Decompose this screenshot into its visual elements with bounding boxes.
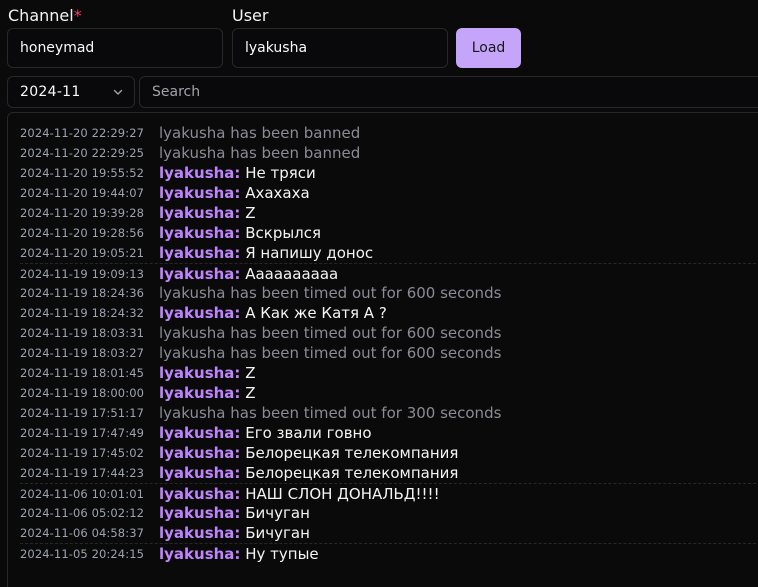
message-username[interactable]: lyakusha: [159,484,240,504]
system-message-text: lyakusha has been timed out for 600 seco… [159,344,502,362]
system-message-row: 2024-11-19 18:24:36 lyakusha has been tim… [20,283,758,303]
message-timestamp: 2024-11-19 17:44:23 [20,466,145,480]
load-button[interactable]: Load [456,28,521,68]
user-label: User [232,6,269,25]
system-message-row: 2024-11-19 17:51:17 lyakusha has been tim… [20,403,758,423]
message-log[interactable]: 2024-11-20 22:29:27 lyakusha has been ban… [7,112,758,587]
message-timestamp: 2024-11-05 20:24:15 [20,546,145,561]
chat-message-row: 2024-11-19 18:01:45 lyakusha: Z [20,363,758,383]
chat-message-row: 2024-11-19 17:44:23 lyakusha: Белорецкая … [20,463,758,483]
system-message-text: lyakusha has been timed out for 600 seco… [159,324,502,342]
chat-message-row: 2024-11-19 19:09:13 lyakusha: Аааааааааа [20,263,758,283]
message-username[interactable]: lyakusha: [159,163,240,183]
message-timestamp: 2024-11-19 17:47:49 [20,426,145,440]
message-timestamp: 2024-11-20 22:29:25 [20,146,145,160]
system-message-text: lyakusha has been timed out for 300 seco… [159,404,502,422]
system-message-text: lyakusha has been banned [159,124,361,142]
message-username[interactable]: lyakusha: [159,363,240,383]
month-select[interactable]: 2024-11 [7,76,135,108]
message-username[interactable]: lyakusha: [159,383,240,403]
message-username[interactable]: lyakusha: [159,443,240,463]
chat-message-row: 2024-11-20 19:55:52 lyakusha: Не тряси [20,163,758,183]
chat-message-row: 2024-11-20 19:44:07 lyakusha: Ахахаха [20,183,758,203]
message-timestamp: 2024-11-19 18:03:31 [20,326,145,340]
message-timestamp: 2024-11-20 19:28:56 [20,226,145,240]
message-timestamp: 2024-11-19 17:51:17 [20,406,145,420]
message-username[interactable]: lyakusha: [159,523,240,543]
message-username[interactable]: lyakusha: [159,503,240,523]
message-timestamp: 2024-11-20 19:44:07 [20,186,145,200]
message-text: Z [245,204,256,222]
month-select-value: 2024-11 [20,84,81,100]
message-username[interactable]: lyakusha: [159,203,240,223]
message-timestamp: 2024-11-20 19:39:28 [20,206,145,220]
system-message-row: 2024-11-20 22:29:25 lyakusha has been ban… [20,143,758,163]
chat-message-row: 2024-11-20 19:39:28 lyakusha: Z [20,203,758,223]
system-message-row: 2024-11-20 22:29:27 lyakusha has been ban… [20,123,758,143]
message-text: А Как же Катя А ? [245,304,387,322]
message-timestamp: 2024-11-20 19:05:21 [20,246,145,260]
message-text: Бичуган [245,504,310,522]
message-timestamp: 2024-11-19 17:45:02 [20,446,145,460]
message-username[interactable]: lyakusha: [159,463,240,483]
chat-message-row: 2024-11-05 20:24:15 lyakusha: Ну тупые [20,543,758,563]
system-message-row: 2024-11-19 18:03:31 lyakusha has been tim… [20,323,758,343]
required-marker: * [73,6,82,25]
chat-message-row: 2024-11-20 19:05:21 lyakusha: Я напишу до… [20,243,758,263]
search-input[interactable] [139,76,758,108]
message-timestamp: 2024-11-06 04:58:37 [20,526,145,540]
message-text: Бичуган [245,524,310,542]
message-timestamp: 2024-11-19 18:00:00 [20,386,145,400]
message-text: Белорецкая телекомпания [245,444,459,462]
system-message-text: lyakusha has been timed out for 600 seco… [159,284,502,302]
chat-message-row: 2024-11-19 18:24:32 lyakusha: А Как же Ка… [20,303,758,323]
message-timestamp: 2024-11-06 10:01:01 [20,486,145,501]
message-username[interactable]: lyakusha: [159,423,240,443]
user-input[interactable] [232,28,448,68]
chat-message-row: 2024-11-06 04:58:37 lyakusha: Бичуган [20,523,758,543]
message-text: Z [245,384,256,402]
chat-message-row: 2024-11-20 19:28:56 lyakusha: Вскрылся [20,223,758,243]
chevron-down-icon [112,86,124,98]
chat-message-row: 2024-11-06 10:01:01 lyakusha: НАШ СЛОН ДО… [20,483,758,503]
message-timestamp: 2024-11-06 05:02:12 [20,506,145,520]
channel-input[interactable] [7,28,223,68]
message-text: Я напишу донос [245,244,374,262]
message-text: Ну тупые [245,544,319,563]
message-timestamp: 2024-11-19 18:24:32 [20,306,145,320]
logs-viewer: Channel* User Load 2024-11 2024-11-20 22… [0,0,758,587]
message-timestamp: 2024-11-19 19:09:13 [20,266,145,281]
message-username[interactable]: lyakusha: [159,243,240,263]
chat-message-row: 2024-11-19 17:45:02 lyakusha: Белорецкая … [20,443,758,463]
message-timestamp: 2024-11-20 19:55:52 [20,166,145,180]
message-username[interactable]: lyakusha: [159,183,240,203]
message-username[interactable]: lyakusha: [159,264,240,284]
message-username[interactable]: lyakusha: [159,544,240,564]
message-text: Вскрылся [245,224,322,242]
channel-label-text: Channel [8,6,74,25]
message-timestamp: 2024-11-19 18:03:27 [20,346,145,360]
message-timestamp: 2024-11-19 18:24:36 [20,286,145,300]
message-text: Z [245,364,256,382]
message-text: Его звали говно [245,424,372,442]
message-text: Ахахаха [245,184,310,202]
chat-message-row: 2024-11-06 05:02:12 lyakusha: Бичуган [20,503,758,523]
message-username[interactable]: lyakusha: [159,223,240,243]
chat-message-row: 2024-11-19 17:47:49 lyakusha: Его звали г… [20,423,758,443]
message-text: НАШ СЛОН ДОНАЛЬД!!!! [245,484,440,503]
message-text: Аааааааааа [245,264,339,283]
message-text: Белорецкая телекомпания [245,464,459,482]
chat-message-row: 2024-11-19 18:00:00 lyakusha: Z [20,383,758,403]
channel-label: Channel* [8,6,82,25]
message-timestamp: 2024-11-19 18:01:45 [20,366,145,380]
system-message-text: lyakusha has been banned [159,144,361,162]
message-timestamp: 2024-11-20 22:29:27 [20,126,145,140]
message-text: Не тряси [245,164,316,182]
message-username[interactable]: lyakusha: [159,303,240,323]
system-message-row: 2024-11-19 18:03:27 lyakusha has been tim… [20,343,758,363]
